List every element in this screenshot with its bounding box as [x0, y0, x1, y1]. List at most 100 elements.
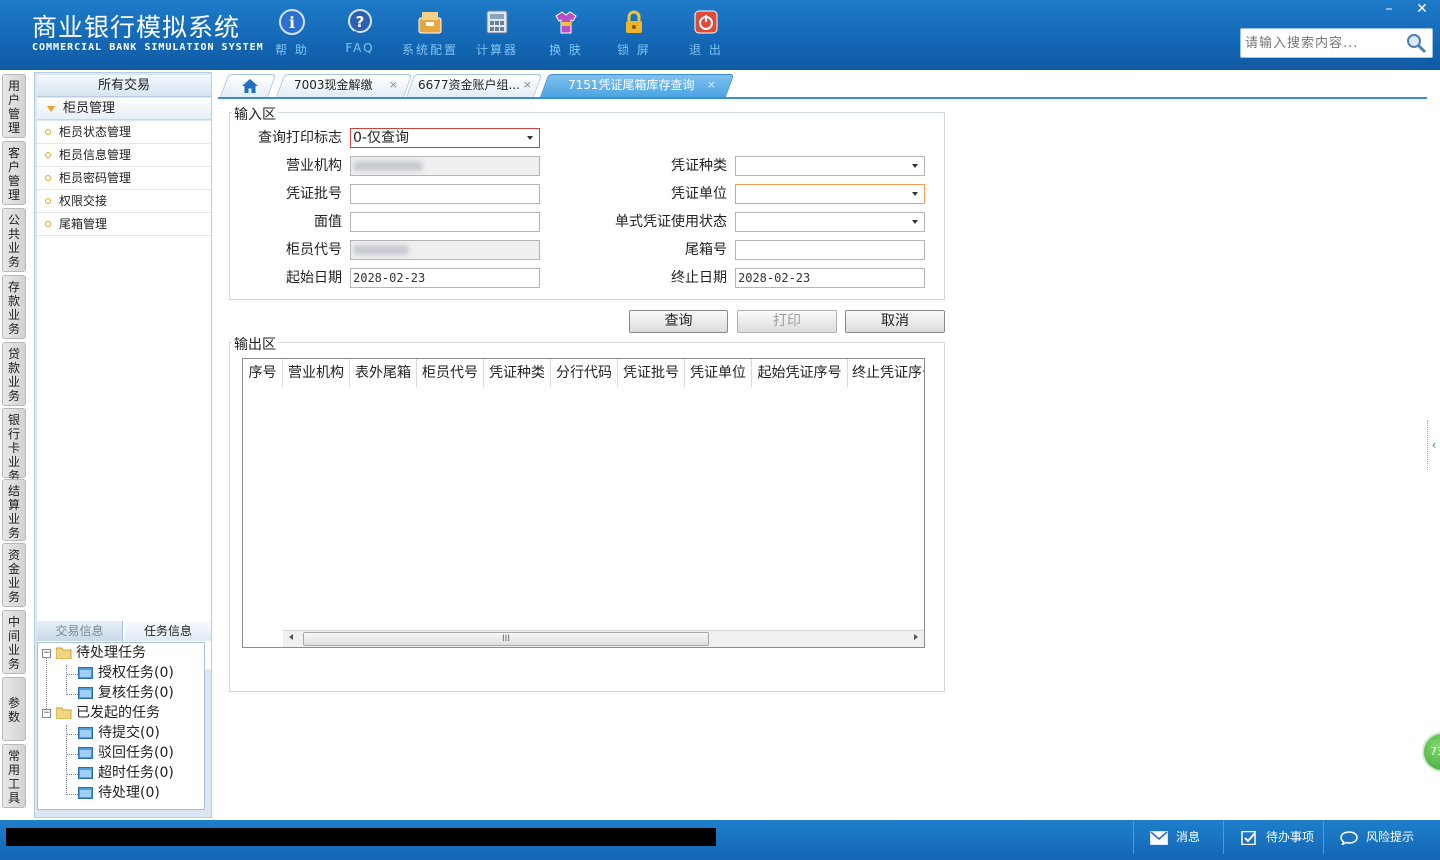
teller-code-field[interactable] [350, 240, 540, 260]
tab-6677[interactable]: 6677资金账户组... × [405, 74, 543, 98]
search-input[interactable] [1241, 29, 1401, 57]
org-field[interactable] [350, 156, 540, 176]
voucher-unit-select[interactable] [735, 184, 925, 204]
usage-status-select[interactable] [735, 212, 925, 232]
tab-home[interactable] [219, 74, 277, 98]
minimize-button[interactable]: – [1374, 0, 1404, 20]
messages-button[interactable]: 消息 [1133, 820, 1223, 854]
scroll-left-icon[interactable] [289, 634, 293, 640]
vnav-deposit-business[interactable]: 存款业务 [2, 275, 26, 339]
column-header[interactable]: 起始凭证序号 [752, 359, 848, 387]
tree-node-authorize[interactable]: 授权任务(0) [78, 663, 174, 683]
lock-button[interactable]: 锁 屏 [604, 8, 664, 58]
search-icon[interactable] [1404, 32, 1428, 54]
skin-button[interactable]: 换 肤 [536, 8, 596, 58]
voucher-type-label: 凭证种类 [671, 158, 727, 174]
horizontal-scrollbar[interactable]: III [283, 630, 924, 647]
tree-node-review[interactable]: 复核任务(0) [78, 683, 174, 703]
column-header[interactable]: 表外尾箱 [350, 359, 417, 387]
tree-node-initiated[interactable]: 已发起的任务 [56, 703, 160, 723]
column-header[interactable]: 凭证批号 [618, 359, 685, 387]
vnav-customer-management[interactable]: 客户管理 [2, 141, 26, 205]
close-tab-icon[interactable]: × [389, 74, 398, 96]
tree-node-to-process[interactable]: 待处理(0) [78, 783, 160, 803]
column-header[interactable]: 凭证单位 [685, 359, 752, 387]
vnav-common-tools[interactable]: 常用工具 [2, 744, 26, 808]
vnav-public-business[interactable]: 公共业务 [2, 208, 26, 272]
print-button[interactable]: 打印 [737, 310, 837, 333]
menu-item-teller-info[interactable]: 柜员信息管理 [37, 144, 211, 167]
task-node-icon [78, 767, 93, 779]
vnav-intermediary-business[interactable]: 中间业务 [2, 610, 26, 674]
column-header[interactable]: 序号 [243, 359, 283, 387]
tree-label: 授权任务(0) [98, 665, 174, 681]
collapse-toggle-icon[interactable]: − [42, 709, 51, 718]
close-tab-icon[interactable]: × [523, 74, 532, 96]
voucher-type-select[interactable] [735, 156, 925, 176]
collapse-toggle-icon[interactable]: − [42, 649, 51, 658]
column-header[interactable]: 终止凭证序号 [848, 359, 924, 387]
result-grid[interactable]: 序号 营业机构 表外尾箱 柜员代号 凭证种类 分行代码 凭证批号 凭证单位 起始… [242, 358, 925, 648]
end-date-label: 终止日期 [671, 270, 727, 286]
teller-management-group[interactable]: 柜员管理 [37, 98, 211, 120]
menu-list: 柜员状态管理 柜员信息管理 柜员密码管理 权限交接 尾箱管理 [37, 121, 211, 669]
tab-task-info[interactable]: 任务信息 [125, 621, 211, 641]
right-collapse-handle[interactable]: ‹ [1427, 420, 1440, 470]
todo-label: 待办事项 [1266, 830, 1315, 844]
start-date-field[interactable]: 2028-02-23 [350, 268, 540, 288]
tab-7003[interactable]: 7003现金解缴 × [275, 74, 413, 98]
help-icon: i [279, 9, 305, 35]
scroll-thumb[interactable]: III [303, 632, 709, 646]
task-node-icon [78, 687, 93, 699]
face-value-label: 面值 [314, 214, 342, 230]
vnav-fund-business[interactable]: 资金业务 [2, 543, 26, 607]
folder-open-icon [56, 707, 72, 719]
column-header[interactable]: 柜员代号 [417, 359, 484, 387]
app-title: 商业银行模拟系统 [32, 13, 241, 42]
settings-label: 系统配置 [401, 43, 458, 57]
floating-badge[interactable]: 73 [1422, 732, 1440, 772]
tree-node-pending[interactable]: 待处理任务 [56, 643, 146, 663]
vnav-loan-business[interactable]: 贷款业务 [2, 342, 26, 406]
cancel-button[interactable]: 取消 [845, 310, 945, 333]
column-header[interactable]: 分行代码 [551, 359, 618, 387]
scroll-right-icon[interactable] [914, 634, 918, 640]
voucher-batch-field[interactable] [350, 184, 540, 204]
calculator-button[interactable]: 计算器 [467, 8, 527, 58]
messages-label: 消息 [1176, 830, 1201, 844]
menu-item-tailbox-management[interactable]: 尾箱管理 [37, 213, 211, 236]
help-button[interactable]: i 帮 助 [262, 8, 322, 58]
column-header[interactable]: 凭证种类 [484, 359, 551, 387]
menu-item-teller-status[interactable]: 柜员状态管理 [37, 121, 211, 144]
query-button[interactable]: 查询 [629, 310, 728, 333]
vnav-settlement-business[interactable]: 结算业务 [2, 479, 26, 541]
tree-node-rejected[interactable]: 驳回任务(0) [78, 743, 174, 763]
exit-button[interactable]: 退 出 [676, 8, 736, 58]
start-date-label: 起始日期 [286, 270, 342, 286]
tree-node-timeout[interactable]: 超时任务(0) [78, 763, 174, 783]
tab-7151[interactable]: 7151凭证尾箱库存查询 × [539, 74, 735, 98]
tab-transaction-info[interactable]: 交易信息 [37, 621, 123, 641]
tree-label: 驳回任务(0) [98, 745, 174, 761]
query-flag-select[interactable]: 0-仅查询 [350, 128, 540, 148]
status-message-area [6, 828, 716, 846]
faq-label: FAQ [345, 41, 375, 55]
column-header[interactable]: 营业机构 [283, 359, 350, 387]
face-value-field[interactable] [350, 212, 540, 232]
tail-box-field[interactable] [735, 240, 925, 260]
menu-item-permission-handover[interactable]: 权限交接 [37, 190, 211, 213]
settings-button[interactable]: 系统配置 [400, 8, 460, 58]
menu-item-teller-password[interactable]: 柜员密码管理 [37, 167, 211, 190]
tree-node-to-submit[interactable]: 待提交(0) [78, 723, 160, 743]
todo-button[interactable]: 待办事项 [1223, 820, 1323, 854]
menu-item-label: 柜员状态管理 [59, 125, 132, 139]
vnav-card-business[interactable]: 银行卡业务 [2, 408, 26, 483]
close-tab-icon[interactable]: × [707, 74, 716, 96]
all-transactions-title[interactable]: 所有交易 [37, 75, 211, 97]
vnav-user-management[interactable]: 用户管理 [2, 74, 26, 138]
faq-button[interactable]: ? FAQ [330, 8, 390, 55]
vnav-parameters[interactable]: 参数 [2, 677, 26, 741]
risk-alert-button[interactable]: 风险提示 [1323, 820, 1440, 854]
end-date-field[interactable]: 2028-02-23 [735, 268, 925, 288]
close-button[interactable]: ✕ [1407, 0, 1437, 20]
